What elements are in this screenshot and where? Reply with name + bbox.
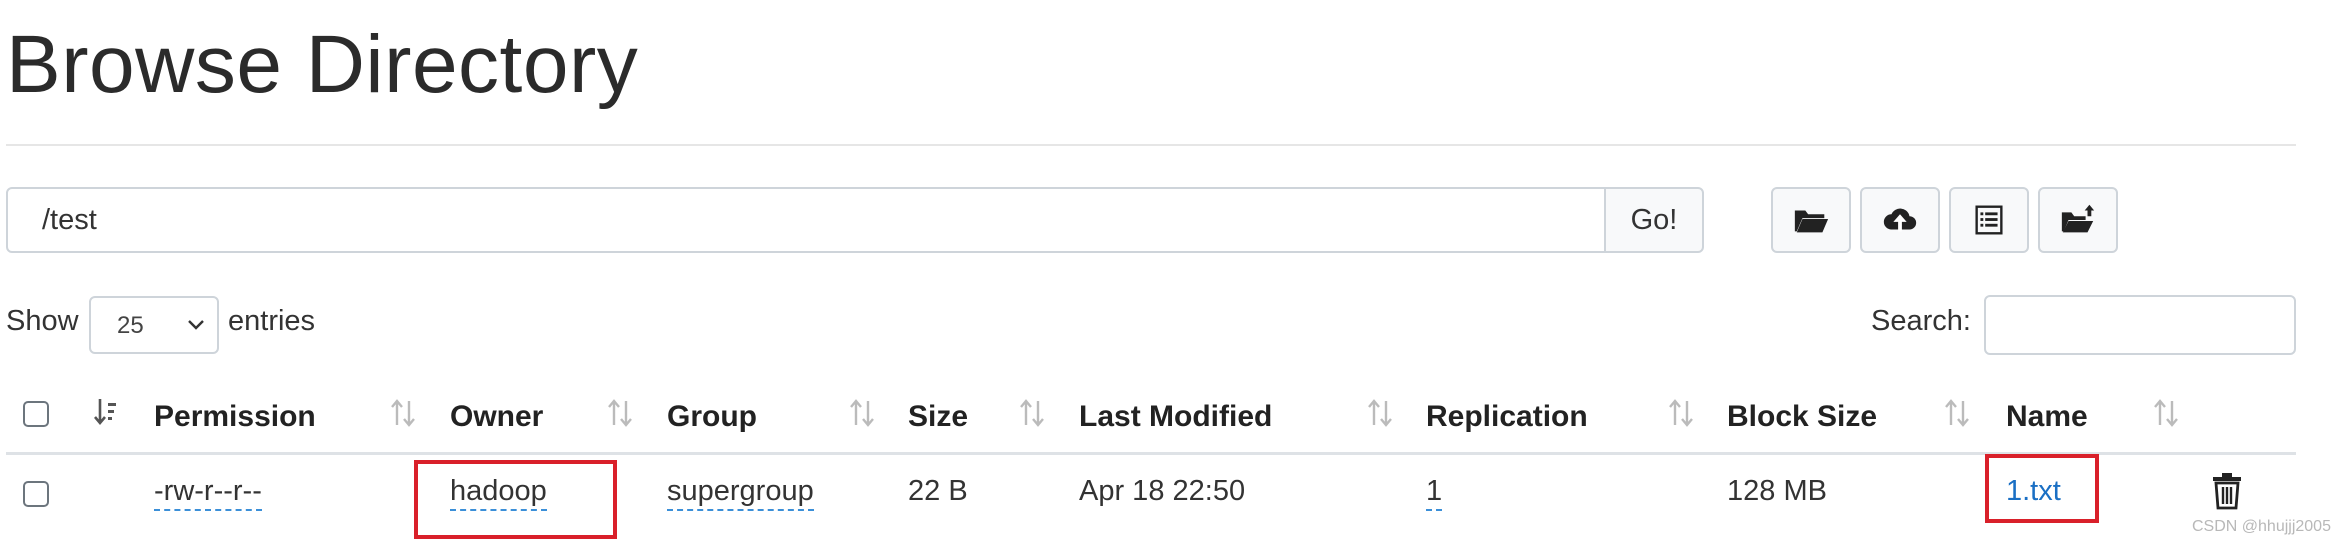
size-value: 22 B	[908, 475, 968, 507]
column-header-replication[interactable]: Replication	[1426, 400, 1588, 434]
sort-arrows-icon[interactable]	[848, 395, 876, 431]
permission-value[interactable]: -rw-r--r--	[154, 475, 262, 511]
entries-select[interactable]: 25	[89, 296, 219, 354]
sort-arrows-icon[interactable]	[1018, 395, 1046, 431]
watermark: CSDN @hhujjj2005	[2192, 518, 2331, 535]
sort-arrows-icon[interactable]	[1667, 395, 1695, 431]
sort-icon[interactable]	[92, 395, 120, 431]
upload-button[interactable]	[1860, 187, 1940, 253]
column-header-group[interactable]: Group	[667, 400, 757, 434]
block-size-value: 128 MB	[1727, 475, 1827, 507]
sort-arrows-icon[interactable]	[389, 395, 417, 431]
replication-value[interactable]: 1	[1426, 475, 1443, 511]
cloud-upload-icon	[1883, 208, 1917, 232]
table-header-divider	[6, 452, 2296, 455]
sort-arrows-icon[interactable]	[1943, 395, 1971, 431]
column-header-size[interactable]: Size	[908, 400, 968, 434]
entries-label: entries	[228, 305, 316, 337]
divider	[6, 144, 2296, 146]
highlight-box-name	[1985, 454, 2099, 523]
column-header-permission[interactable]: Permission	[154, 400, 316, 434]
highlight-box-owner	[414, 460, 617, 539]
entries-value: 25	[117, 312, 144, 339]
column-header-last-modified[interactable]: Last Modified	[1079, 400, 1272, 434]
chevron-down-icon	[188, 320, 204, 330]
column-header-block-size[interactable]: Block Size	[1727, 400, 1877, 434]
folder-upload-icon	[2061, 204, 2095, 233]
select-all-checkbox[interactable]	[23, 401, 49, 427]
group-value[interactable]: supergroup	[667, 475, 814, 511]
column-header-name[interactable]: Name	[2006, 400, 2088, 434]
search-input[interactable]	[1984, 295, 2296, 355]
search-label: Search:	[1871, 305, 1971, 337]
cut-paste-button[interactable]	[1949, 187, 2029, 253]
row-checkbox[interactable]	[23, 481, 49, 507]
list-icon	[1975, 205, 2003, 235]
create-directory-button[interactable]	[1771, 187, 1851, 253]
trash-icon[interactable]	[2210, 472, 2244, 510]
paste-button[interactable]	[2038, 187, 2118, 253]
last-modified-value: Apr 18 22:50	[1079, 475, 1246, 507]
sort-arrows-icon[interactable]	[2152, 395, 2180, 431]
show-label: Show	[6, 305, 79, 337]
page-title: Browse Directory	[6, 19, 639, 110]
sort-arrows-icon[interactable]	[606, 395, 634, 431]
go-button[interactable]: Go!	[1604, 187, 1704, 253]
folder-open-icon	[1794, 210, 1829, 233]
column-header-owner[interactable]: Owner	[450, 400, 543, 434]
sort-arrows-icon[interactable]	[1366, 395, 1394, 431]
directory-path-input[interactable]: /test	[6, 187, 1606, 253]
